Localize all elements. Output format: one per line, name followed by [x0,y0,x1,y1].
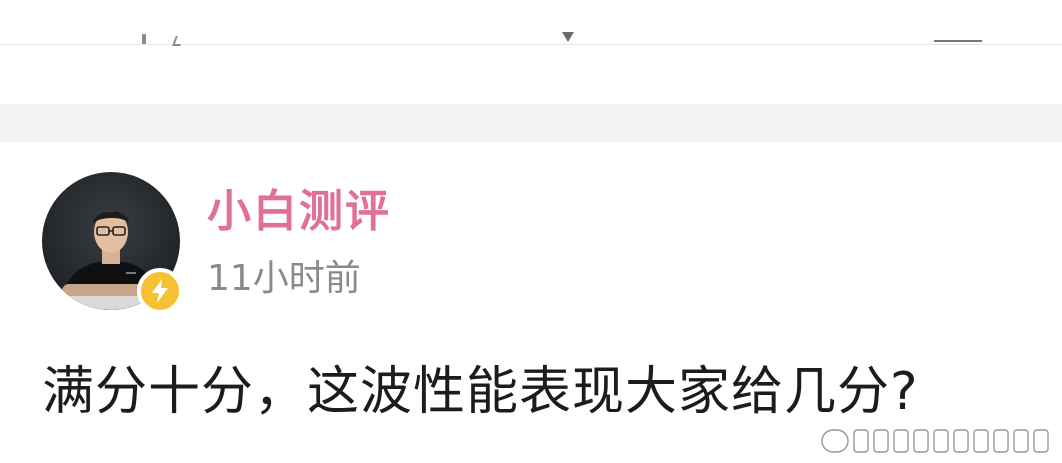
post-timestamp: 11小时前 [207,258,361,299]
repost-icon[interactable] [140,30,182,44]
feed-divider [0,104,1062,142]
comment-icon[interactable] [560,30,576,44]
weibo-post-card: 小白测评 11小时前 满分十分，这波性能表现大家给几分? [0,0,1062,463]
post-action-bar [0,0,1062,45]
verified-badge [137,268,183,314]
like-icon[interactable] [934,30,982,44]
lightning-icon [152,279,168,303]
post-body-text: 满分十分，这波性能表现大家给几分? [42,362,919,422]
author-name[interactable]: 小白测评 [207,184,391,240]
watermark-logo [821,429,1049,453]
